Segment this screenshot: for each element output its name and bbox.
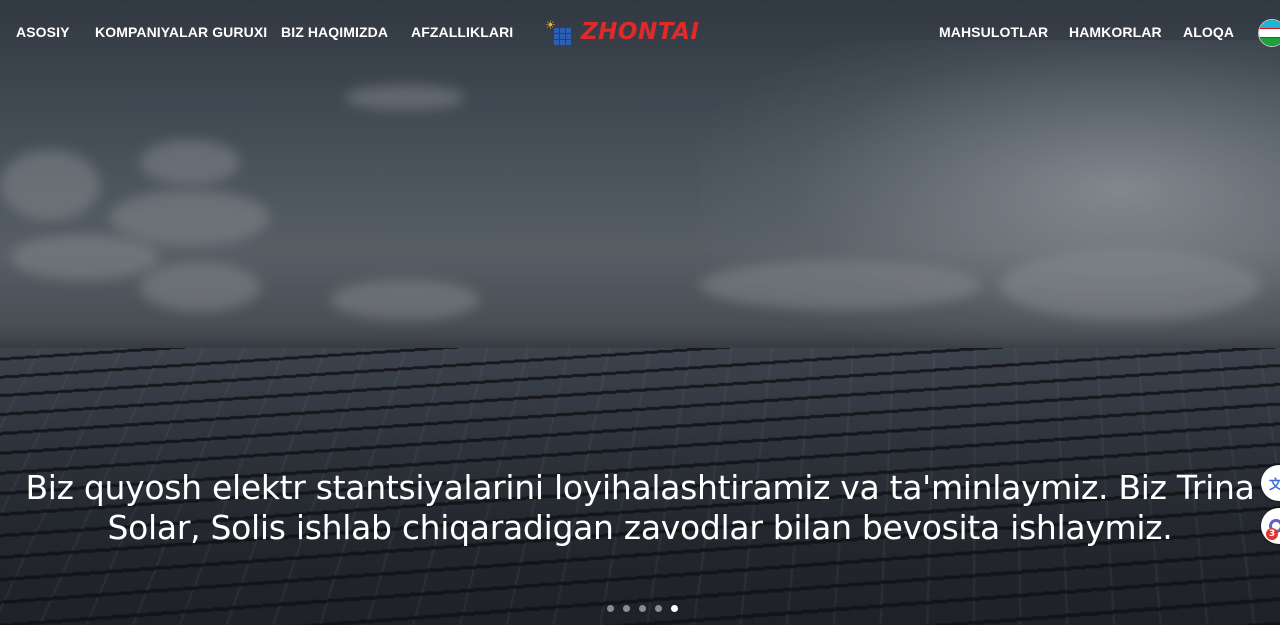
carousel-dot[interactable] — [607, 605, 614, 612]
nav-item-mahsulotlar[interactable]: MAHSULOTLAR — [939, 24, 1048, 40]
carousel-dot[interactable] — [655, 605, 662, 612]
nav-item-hamkorlar[interactable]: HAMKORLAR — [1069, 24, 1162, 40]
notification-badge: 3 — [1266, 528, 1278, 540]
logo-text: ZHONTAI — [581, 19, 700, 45]
panel-icon — [553, 27, 572, 46]
uzbekistan-flag-icon[interactable] — [1258, 19, 1280, 47]
carousel-dots — [607, 605, 678, 612]
nav-item-biz-haqimizda[interactable]: BIZ HAQIMIZDA — [281, 24, 388, 40]
carousel-dot-active[interactable] — [671, 605, 678, 612]
nav-item-asosiy[interactable]: ASOSIY — [16, 24, 70, 40]
top-navigation: ASOSIY KOMPANIYALAR GURUXI BIZ HAQIMIZDA… — [0, 0, 1280, 64]
logo[interactable]: ☀ ZHONTAI — [545, 17, 700, 47]
carousel-dot[interactable] — [639, 605, 646, 612]
hero-caption-line-2: Solar, Solis ishlab chiqaradigan zavodla… — [107, 508, 1173, 547]
translate-icon: 文 — [1269, 477, 1280, 493]
nav-item-kompaniyalar-guruxi[interactable]: KOMPANIYALAR GURUXI — [95, 24, 267, 40]
nav-item-afzalliklari[interactable]: AFZALLIKLARI — [411, 24, 513, 40]
solar-panel-logo-icon: ☀ — [545, 19, 572, 46]
hero-caption: Biz quyosh elektr stantsiyalarini loyiha… — [0, 468, 1280, 548]
carousel-dot[interactable] — [623, 605, 630, 612]
hero-caption-line-1: Biz quyosh elektr stantsiyalarini loyiha… — [25, 468, 1255, 507]
nav-item-aloqa[interactable]: ALOQA — [1183, 24, 1234, 40]
